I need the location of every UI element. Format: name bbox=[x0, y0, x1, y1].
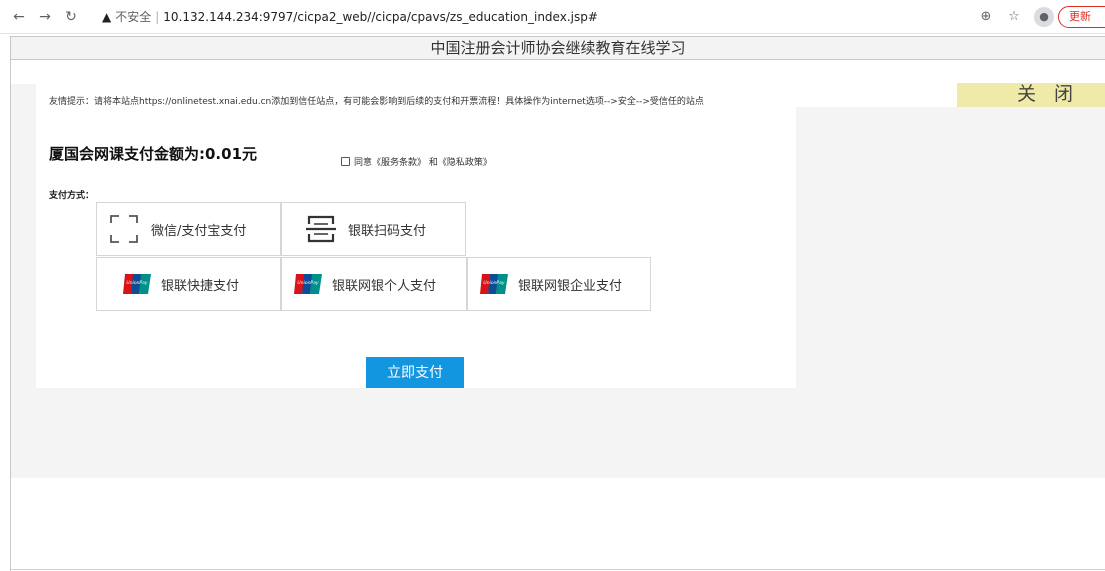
unionpay-icon: UnionPay bbox=[480, 274, 508, 294]
update-label: 更新 bbox=[1069, 10, 1091, 23]
payment-option-label: 银联快捷支付 bbox=[161, 278, 240, 294]
pay-now-button[interactable]: 立即支付 bbox=[366, 357, 464, 388]
payment-option-label: 微信/支付宝支付 bbox=[151, 223, 247, 239]
close-button[interactable]: 关闭 bbox=[957, 83, 1105, 107]
background-bottom bbox=[11, 388, 1105, 478]
payment-option-label: 银联扫码支付 bbox=[348, 223, 427, 239]
payment-option-unionpay-scan[interactable]: 银联扫码支付 bbox=[281, 202, 466, 256]
profile-avatar-icon[interactable]: ● bbox=[1034, 7, 1054, 27]
svg-text:UnionPay: UnionPay bbox=[297, 280, 318, 286]
payment-option-label: 银联网银企业支付 bbox=[518, 278, 623, 294]
friendly-tip: 友情提示：请将本站点https://onlinetest.xnai.edu.cn… bbox=[49, 97, 704, 107]
payment-method-label: 支付方式： bbox=[49, 191, 95, 201]
payment-option-unionpay-quick[interactable]: UnionPay 银联快捷支付 bbox=[96, 257, 281, 311]
agreement-text[interactable]: 同意《服务条款》 和《隐私政策》 bbox=[354, 155, 492, 168]
background-left bbox=[11, 84, 36, 388]
agreement-row: 同意《服务条款》 和《隐私政策》 bbox=[341, 155, 492, 168]
payment-amount: 厦国会网课支付金额为:0.01元 bbox=[49, 145, 258, 163]
reload-icon[interactable]: ↻ bbox=[62, 8, 80, 26]
unionpay-icon: UnionPay bbox=[123, 274, 151, 294]
browser-toolbar: ← → ↻ ▲ 不安全 | 10.132.144.234:9797/cicpa2_we… bbox=[0, 0, 1105, 34]
svg-text:UnionPay: UnionPay bbox=[126, 280, 147, 286]
frame-bottom-border bbox=[11, 569, 1105, 570]
address-bar[interactable]: ▲ 不安全 | 10.132.144.234:9797/cicpa2_web//cic… bbox=[92, 4, 930, 30]
zoom-icon[interactable]: ⊕ bbox=[977, 8, 995, 26]
payment-option-label: 银联网银个人支付 bbox=[332, 278, 437, 294]
forward-arrow-icon[interactable]: → bbox=[36, 8, 54, 26]
payment-option-wechat-alipay[interactable]: 微信/支付宝支付 bbox=[96, 202, 281, 256]
payment-option-unionpay-enterprise[interactable]: UnionPay 银联网银企业支付 bbox=[467, 257, 651, 311]
update-button[interactable]: 更新 bbox=[1058, 6, 1105, 28]
agree-checkbox[interactable] bbox=[341, 157, 350, 166]
page-title: 中国注册会计师协会继续教育在线学习 bbox=[10, 36, 1105, 60]
svg-text:UnionPay: UnionPay bbox=[483, 280, 504, 286]
back-arrow-icon[interactable]: ← bbox=[10, 8, 28, 26]
scan-qr-icon bbox=[110, 215, 138, 243]
scan-barcode-icon bbox=[306, 215, 336, 243]
security-status-label: 不安全 bbox=[115, 10, 152, 24]
unionpay-icon: UnionPay bbox=[294, 274, 322, 294]
address-separator: | bbox=[155, 10, 160, 24]
url-text: 10.132.144.234:9797/cicpa2_web//cicpa/cp… bbox=[163, 10, 598, 24]
star-icon[interactable]: ☆ bbox=[1005, 8, 1023, 26]
warning-triangle-icon: ▲ bbox=[102, 10, 112, 24]
payment-option-unionpay-personal[interactable]: UnionPay 银联网银个人支付 bbox=[281, 257, 467, 311]
background-right bbox=[796, 107, 1105, 388]
